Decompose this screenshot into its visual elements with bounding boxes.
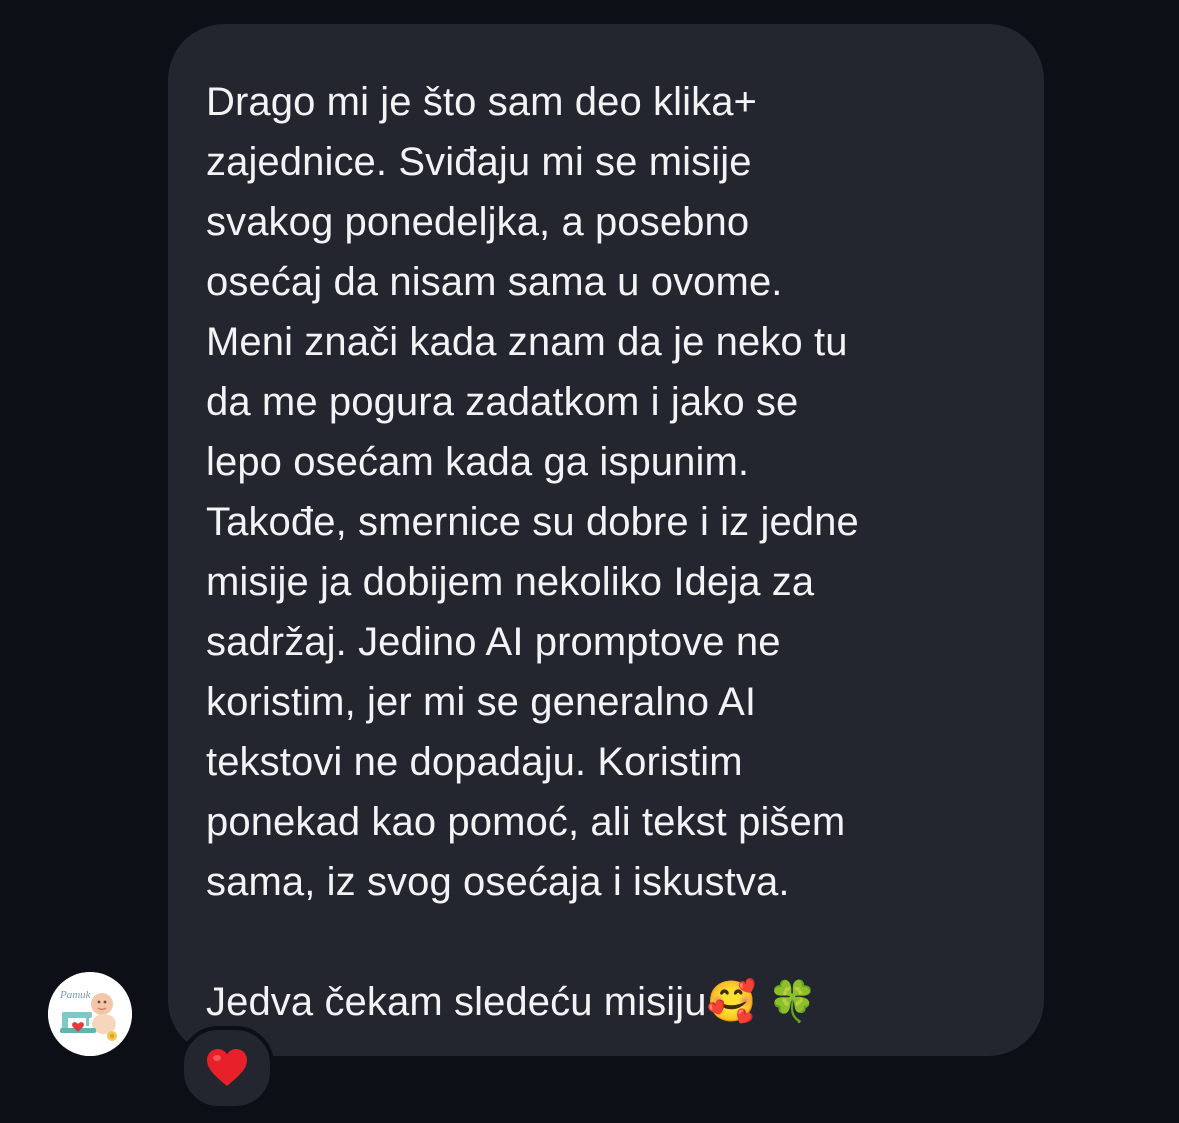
red-heart-icon	[207, 1049, 247, 1086]
smiling-face-with-hearts-emoji: 🥰	[706, 980, 757, 1024]
message-body: Drago mi je što sam deo klika+ zajednice…	[206, 80, 859, 1024]
reaction-badge[interactable]	[180, 1026, 274, 1110]
pamuk-logo-icon: Pamuk	[48, 972, 132, 1056]
message-text: Drago mi je što sam deo klika+ zajednice…	[206, 72, 1004, 1032]
four-leaf-clover-emoji: 🍀	[767, 980, 818, 1024]
avatar[interactable]: Pamuk	[48, 972, 132, 1056]
logo-text: Pamuk	[59, 989, 92, 1001]
message-bubble[interactable]: Drago mi je što sam deo klika+ zajednice…	[168, 24, 1044, 1056]
